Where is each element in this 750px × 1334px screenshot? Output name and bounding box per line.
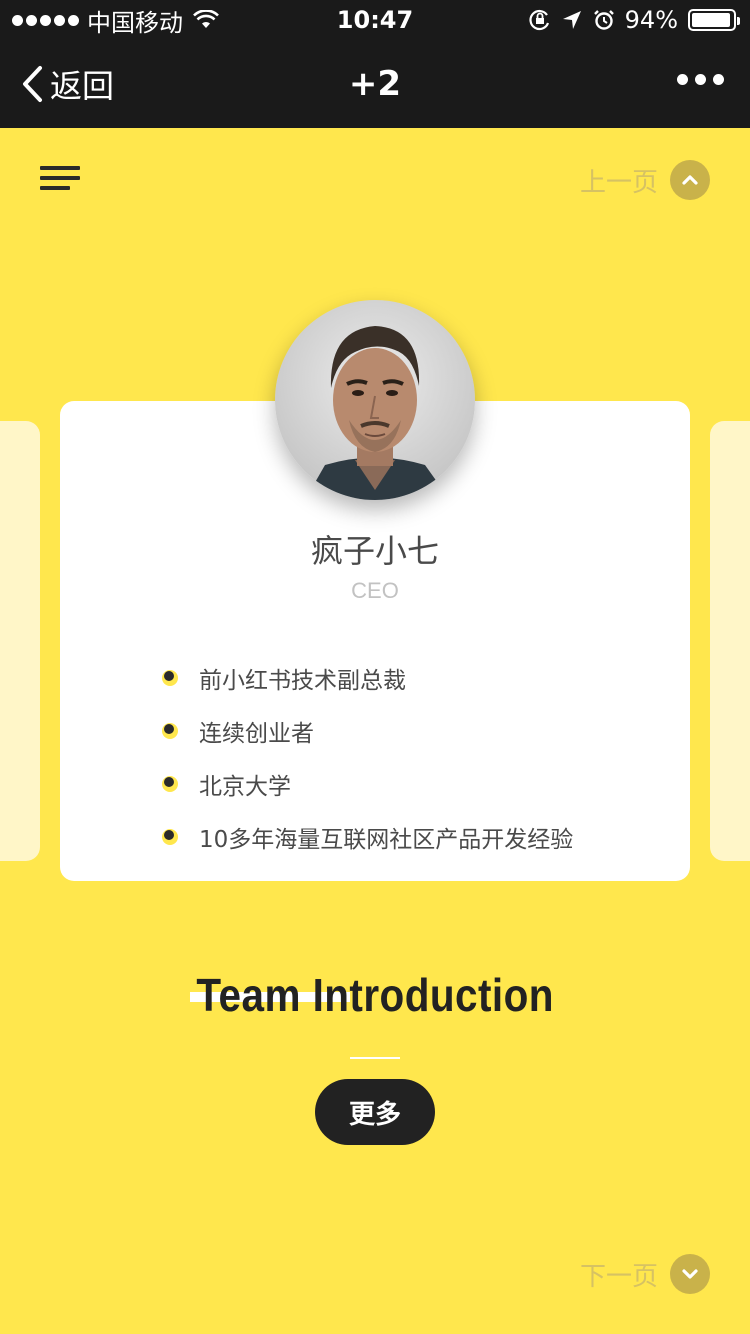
section-divider	[350, 1057, 400, 1059]
menu-icon[interactable]	[40, 166, 80, 194]
back-button[interactable]: 返回	[20, 40, 114, 128]
bullet-dot-icon	[160, 668, 180, 688]
bio-text: 北京大学	[199, 773, 291, 800]
profile-role: CEO	[351, 578, 399, 603]
previous-page-button[interactable]: 上一页	[580, 160, 710, 200]
bio-item: 北京大学	[160, 757, 660, 810]
chevron-up-icon	[670, 160, 710, 200]
next-page-button[interactable]: 下一页	[580, 1254, 710, 1294]
more-options-icon[interactable]	[677, 74, 724, 85]
avatar-portrait	[275, 300, 475, 500]
page-title: +2	[348, 64, 402, 104]
section-heading: Team Introduction	[0, 968, 750, 1032]
section-title: Team Introduction	[196, 969, 554, 1021]
previous-member-card[interactable]	[0, 421, 40, 861]
chevron-down-icon	[670, 1254, 710, 1294]
navigation-bar: 返回 +2	[0, 40, 750, 128]
bullet-dot-icon	[160, 827, 180, 847]
next-member-card[interactable]	[710, 421, 750, 861]
next-page-label: 下一页	[579, 1261, 658, 1292]
battery-level	[692, 13, 730, 27]
bio-item: 连续创业者	[160, 704, 660, 757]
bullet-dot-icon	[160, 774, 180, 794]
chevron-left-icon	[23, 66, 42, 102]
battery-icon	[688, 9, 740, 31]
battery-percentage: 94%	[624, 6, 678, 34]
bio-text: 前小红书技术副总裁	[199, 667, 406, 694]
back-label: 返回	[50, 67, 115, 105]
status-right: 94%	[529, 0, 740, 40]
bio-item: 10多年海量互联网社区产品开发经验	[160, 810, 660, 863]
bio-text: 连续创业者	[199, 720, 314, 747]
bio-text: 10多年海量互联网社区产品开发经验	[199, 826, 574, 853]
bullet-dot-icon	[160, 721, 180, 741]
previous-page-label: 上一页	[579, 167, 658, 198]
more-button[interactable]: 更多	[315, 1079, 435, 1145]
bio-item: 前小红书技术副总裁	[160, 651, 660, 704]
status-bar: 中国移动 10:47 94%	[0, 0, 750, 40]
avatar	[275, 300, 475, 500]
bio-list: 前小红书技术副总裁 连续创业者 北京大学 10多年海量互联网社区产品开发经验	[160, 651, 660, 863]
orientation-lock-icon	[529, 9, 549, 31]
profile-name: 疯子小七	[310, 532, 439, 570]
alarm-clock-icon	[593, 10, 614, 30]
location-arrow-icon	[562, 11, 581, 29]
